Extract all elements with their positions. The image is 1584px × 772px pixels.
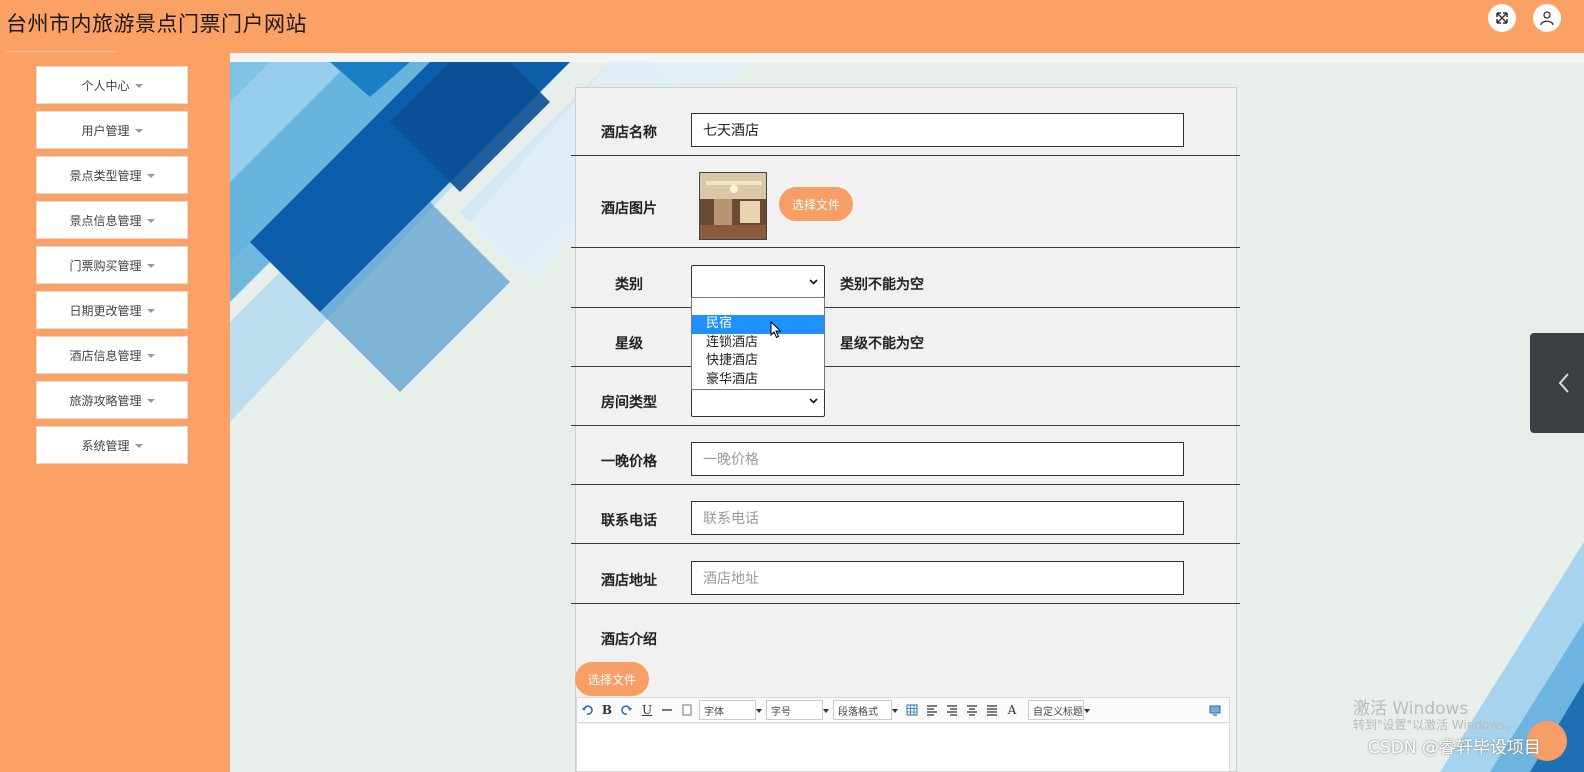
hotel-name-label: 酒店名称 — [601, 125, 657, 141]
sidebar-item-label: 酒店信息管理 — [69, 348, 142, 363]
category-select[interactable] — [691, 265, 825, 298]
row-divider — [571, 155, 1240, 156]
title-divider — [6, 51, 116, 52]
row-divider — [571, 366, 1240, 367]
chevron-down-icon — [146, 174, 155, 178]
price-input[interactable]: 一晚价格 — [691, 442, 1184, 476]
dropdown-option-chain-hotel[interactable]: 连锁酒店 — [692, 334, 824, 353]
row-divider — [571, 425, 1240, 426]
horizontal-rule-icon[interactable] — [657, 700, 677, 720]
chevron-down-icon — [809, 398, 818, 404]
bold-icon[interactable]: B — [597, 700, 617, 720]
align-left-icon[interactable] — [922, 700, 942, 720]
sidebar-item-label: 系统管理 — [81, 438, 130, 453]
chevron-down-icon — [146, 354, 155, 358]
sidebar-item-travel-guide[interactable]: 旅游攻略管理 — [36, 381, 188, 419]
dropdown-option-empty[interactable] — [692, 298, 824, 315]
chevron-down-icon — [134, 84, 143, 88]
align-right-icon[interactable] — [942, 700, 962, 720]
underline-icon[interactable]: U — [637, 700, 657, 720]
table-icon[interactable] — [902, 700, 922, 720]
paragraph-format-select[interactable]: 段落格式 — [833, 700, 898, 720]
row-divider — [571, 543, 1240, 544]
content-top-strip — [230, 53, 1584, 62]
category-dropdown-list: 民宿 连锁酒店 快捷酒店 豪华酒店 — [691, 297, 825, 390]
chevron-left-icon — [1558, 373, 1569, 393]
mouse-cursor-icon — [770, 321, 782, 339]
sidebar-item-label: 景点类型管理 — [69, 168, 142, 183]
custom-title-select[interactable]: 自定义标题 — [1028, 700, 1090, 720]
dropdown-option-homestay[interactable]: 民宿 — [692, 315, 824, 334]
sidebar-item-label: 景点信息管理 — [69, 213, 142, 228]
star-label: 星级 — [615, 336, 643, 352]
row-divider — [571, 603, 1240, 604]
rich-text-toolbar: B U 字体 字号 段落格式 A 自定义标题 — [576, 697, 1230, 723]
chevron-down-icon — [146, 219, 155, 223]
category-label: 类别 — [615, 277, 643, 293]
chevron-down-icon — [146, 264, 155, 268]
intro-choose-file-button[interactable]: 选择文件 — [575, 662, 649, 696]
hotel-form-panel — [575, 87, 1237, 772]
intro-label: 酒店介绍 — [601, 632, 657, 648]
phone-input[interactable]: 联系电话 — [691, 501, 1184, 535]
row-divider — [571, 307, 1240, 308]
chevron-down-icon — [146, 399, 155, 403]
image-choose-file-button[interactable]: 选择文件 — [779, 187, 853, 221]
row-divider — [571, 247, 1240, 248]
category-error-text: 类别不能为空 — [840, 277, 924, 293]
sidebar-item-user-management[interactable]: 用户管理 — [36, 111, 188, 149]
row-divider — [571, 484, 1240, 485]
hotel-image-thumbnail — [699, 172, 767, 240]
phone-label: 联系电话 — [601, 513, 657, 529]
sidebar-item-label: 门票购买管理 — [69, 258, 142, 273]
side-drawer-toggle[interactable] — [1530, 333, 1584, 433]
font-family-select[interactable]: 字体 — [699, 700, 762, 720]
sidebar-item-system[interactable]: 系统管理 — [36, 426, 188, 464]
address-label: 酒店地址 — [601, 573, 657, 589]
sidebar-item-label: 用户管理 — [81, 123, 130, 138]
room-type-label: 房间类型 — [601, 395, 657, 411]
chevron-down-icon — [146, 309, 155, 313]
sidebar-item-scenic-info[interactable]: 景点信息管理 — [36, 201, 188, 239]
csdn-watermark: CSDN @睿轩毕设项目 — [1368, 738, 1541, 758]
star-error-text: 星级不能为空 — [840, 336, 924, 352]
undo-icon[interactable] — [577, 700, 597, 720]
dropdown-option-luxury-hotel[interactable]: 豪华酒店 — [692, 371, 824, 390]
align-center-icon[interactable] — [962, 700, 982, 720]
sidebar-item-label: 个人中心 — [81, 78, 130, 93]
hotel-image-label: 酒店图片 — [601, 201, 657, 217]
chevron-down-icon — [134, 444, 143, 448]
windows-activation-subtext: 转到"设置"以激活 Windows。 — [1353, 718, 1518, 732]
document-icon[interactable] — [677, 700, 697, 720]
hotel-name-input[interactable]: 七天酒店 — [691, 113, 1184, 147]
align-justify-icon[interactable] — [982, 700, 1002, 720]
preview-icon[interactable] — [1205, 700, 1225, 720]
expand-icon[interactable] — [1488, 4, 1516, 32]
chevron-down-icon — [134, 129, 143, 133]
sidebar-item-ticket-purchase[interactable]: 门票购买管理 — [36, 246, 188, 284]
sidebar-item-label: 旅游攻略管理 — [69, 393, 142, 408]
rich-text-editor-body[interactable] — [576, 724, 1230, 772]
sidebar-item-scenic-type[interactable]: 景点类型管理 — [36, 156, 188, 194]
sidebar-item-label: 日期更改管理 — [69, 303, 142, 318]
redo-icon[interactable] — [617, 700, 637, 720]
dropdown-option-express-hotel[interactable]: 快捷酒店 — [692, 352, 824, 371]
price-label: 一晚价格 — [601, 454, 657, 470]
user-icon[interactable] — [1533, 4, 1561, 32]
font-color-icon[interactable]: A — [1002, 700, 1022, 720]
sidebar-item-hotel-info[interactable]: 酒店信息管理 — [36, 336, 188, 374]
site-title: 台州市内旅游景点门票门户网站 — [6, 12, 307, 36]
chevron-down-icon — [809, 279, 818, 285]
sidebar-item-personal-center[interactable]: 个人中心 — [36, 66, 188, 104]
address-input[interactable]: 酒店地址 — [691, 561, 1184, 595]
font-size-select[interactable]: 字号 — [766, 700, 829, 720]
sidebar-item-date-change[interactable]: 日期更改管理 — [36, 291, 188, 329]
top-header: 台州市内旅游景点门票门户网站 — [0, 0, 1584, 53]
